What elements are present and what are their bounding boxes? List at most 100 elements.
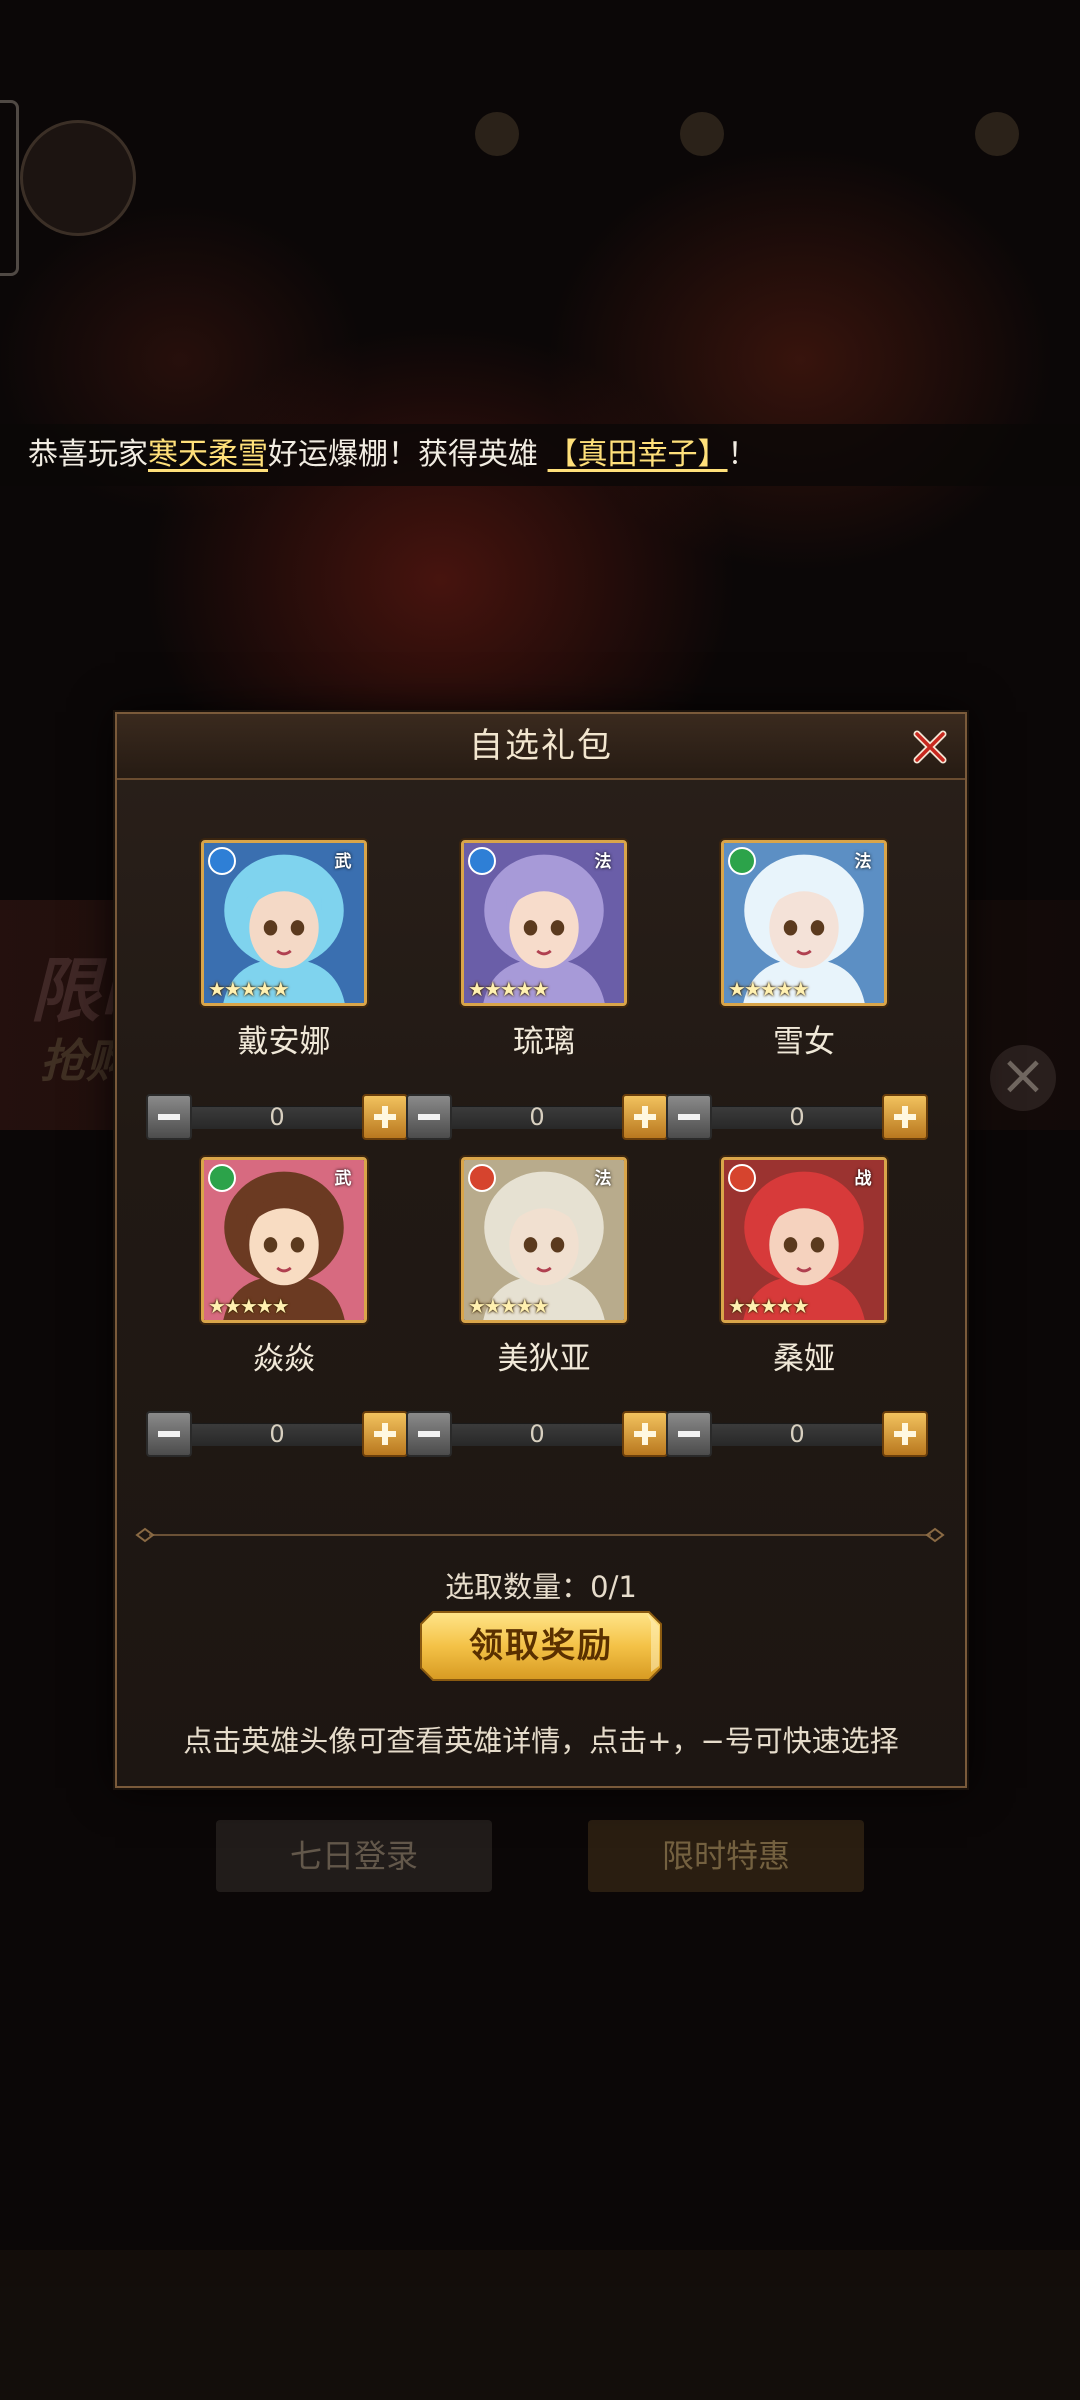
portrait-eye-left (523, 1237, 538, 1253)
stepper-value: 0 (529, 1420, 545, 1448)
coin-icon (475, 112, 519, 156)
portrait-face (509, 1204, 579, 1286)
portrait-eye-right (810, 920, 825, 936)
minus-icon (418, 1431, 440, 1437)
element-icon (728, 1164, 756, 1192)
hero-slot: 武 ★★★★★ 焱焱 0 (146, 1157, 408, 1477)
portrait-eye-left (783, 1237, 798, 1253)
minus-icon (418, 1114, 440, 1120)
marquee-middle: 好运爆棚！获得英雄 (268, 437, 538, 472)
claim-reward-button[interactable]: 领取奖励 (419, 1610, 663, 1682)
minus-icon (158, 1431, 180, 1437)
minus-icon (158, 1114, 180, 1120)
portrait-face (249, 887, 319, 969)
element-icon (468, 1164, 496, 1192)
tab-limited-offer: 限时特惠 (588, 1820, 864, 1892)
star-rating: ★★★★★ (468, 977, 550, 1001)
hero-slot: 战 ★★★★★ 桑娅 0 (666, 1157, 928, 1477)
plus-icon (374, 1423, 396, 1445)
hero-portrait[interactable]: 法 ★★★★★ (721, 840, 887, 1006)
hero-portrait[interactable]: 战 ★★★★★ (721, 1157, 887, 1323)
marquee-player-name: 寒天柔雪 (148, 437, 268, 472)
stepper-value: 0 (529, 1103, 545, 1131)
close-icon (913, 730, 947, 764)
selection-count: 选取数量：0/1 (445, 1570, 637, 1604)
star-rating: ★★★★★ (208, 977, 290, 1001)
hero-name: 雪女 (773, 1024, 835, 1060)
bottom-nav (0, 2250, 1080, 2400)
quantity-stepper: 0 (146, 1094, 408, 1140)
portrait-eye-right (290, 1237, 305, 1253)
marquee-hero-name: 【真田幸子】 (547, 437, 728, 472)
element-icon (208, 1164, 236, 1192)
stepper-value: 0 (789, 1420, 805, 1448)
quantity-stepper: 0 (666, 1411, 928, 1457)
decrement-button[interactable] (406, 1411, 452, 1457)
increment-button[interactable] (622, 1411, 668, 1457)
announcement-marquee: 恭喜玩家寒天柔雪好运爆棚！获得英雄 【真田幸子】！ (0, 424, 1080, 486)
hero-slot: 武 ★★★★★ 戴安娜 0 (146, 840, 408, 1160)
minus-icon (678, 1114, 700, 1120)
marquee-prefix: 恭喜玩家 (28, 437, 148, 472)
banner-close-icon: × (990, 1045, 1056, 1111)
hint-text: 点击英雄头像可查看英雄详情，点击+，−号可快速选择 (183, 1724, 899, 1758)
close-button[interactable] (909, 726, 951, 768)
claim-reward-label: 领取奖励 (469, 1626, 613, 1666)
hero-name: 琉璃 (513, 1024, 575, 1060)
hero-portrait[interactable]: 法 ★★★★★ (461, 840, 627, 1006)
hero-portrait[interactable]: 法 ★★★★★ (461, 1157, 627, 1323)
choice-pack-dialog: 自选礼包 武 ★★★★★ 戴安娜 0 法 ★★★★★ 琉璃 0 法 ★★★★★ … (115, 712, 967, 1788)
element-icon (208, 847, 236, 875)
stepper-value: 0 (269, 1103, 285, 1131)
hero-slot: 法 ★★★★★ 琉璃 0 (406, 840, 668, 1160)
element-icon (468, 847, 496, 875)
stepper-value: 0 (269, 1420, 285, 1448)
decrement-button[interactable] (146, 1411, 192, 1457)
role-badge: 法 (594, 1169, 612, 1189)
player-avatar (20, 120, 136, 236)
portrait-eye-left (263, 1237, 278, 1253)
quantity-stepper: 0 (666, 1094, 928, 1140)
increment-button[interactable] (362, 1411, 408, 1457)
increment-button[interactable] (362, 1094, 408, 1140)
star-rating: ★★★★★ (728, 1294, 810, 1318)
decrement-button[interactable] (146, 1094, 192, 1140)
portrait-eye-left (263, 920, 278, 936)
portrait-eye-right (550, 920, 565, 936)
gem-icon (680, 112, 724, 156)
star-rating: ★★★★★ (468, 1294, 550, 1318)
portrait-eye-left (783, 920, 798, 936)
increment-button[interactable] (882, 1411, 928, 1457)
decrement-button[interactable] (666, 1094, 712, 1140)
hero-portrait[interactable]: 武 ★★★★★ (201, 1157, 367, 1323)
portrait-face (509, 887, 579, 969)
quantity-stepper: 0 (146, 1411, 408, 1457)
increment-button[interactable] (882, 1094, 928, 1140)
hero-name: 戴安娜 (237, 1024, 331, 1060)
stepper-value: 0 (789, 1103, 805, 1131)
tab-seven-day-login: 七日登录 (216, 1820, 492, 1892)
star-rating: ★★★★★ (728, 977, 810, 1001)
dialog-header: 自选礼包 (117, 714, 965, 780)
plus-icon (374, 1106, 396, 1128)
portrait-eye-right (290, 920, 305, 936)
plus-icon (634, 1423, 656, 1445)
hero-name: 美狄亚 (497, 1341, 591, 1377)
increment-button[interactable] (622, 1094, 668, 1140)
ornament-divider (135, 1527, 945, 1543)
portrait-eye-right (550, 1237, 565, 1253)
decrement-button[interactable] (406, 1094, 452, 1140)
decrement-button[interactable] (666, 1411, 712, 1457)
role-badge: 武 (334, 852, 352, 872)
hero-name: 焱焱 (253, 1341, 315, 1377)
hero-slot: 法 ★★★★★ 美狄亚 0 (406, 1157, 668, 1477)
star-rating: ★★★★★ (208, 1294, 290, 1318)
hero-portrait[interactable]: 武 ★★★★★ (201, 840, 367, 1006)
quantity-stepper: 0 (406, 1411, 668, 1457)
portrait-eye-right (810, 1237, 825, 1253)
role-badge: 法 (594, 852, 612, 872)
marquee-suffix: ！ (727, 437, 758, 472)
role-badge: 武 (334, 1169, 352, 1189)
role-badge: 法 (854, 852, 872, 872)
quantity-stepper: 0 (406, 1094, 668, 1140)
